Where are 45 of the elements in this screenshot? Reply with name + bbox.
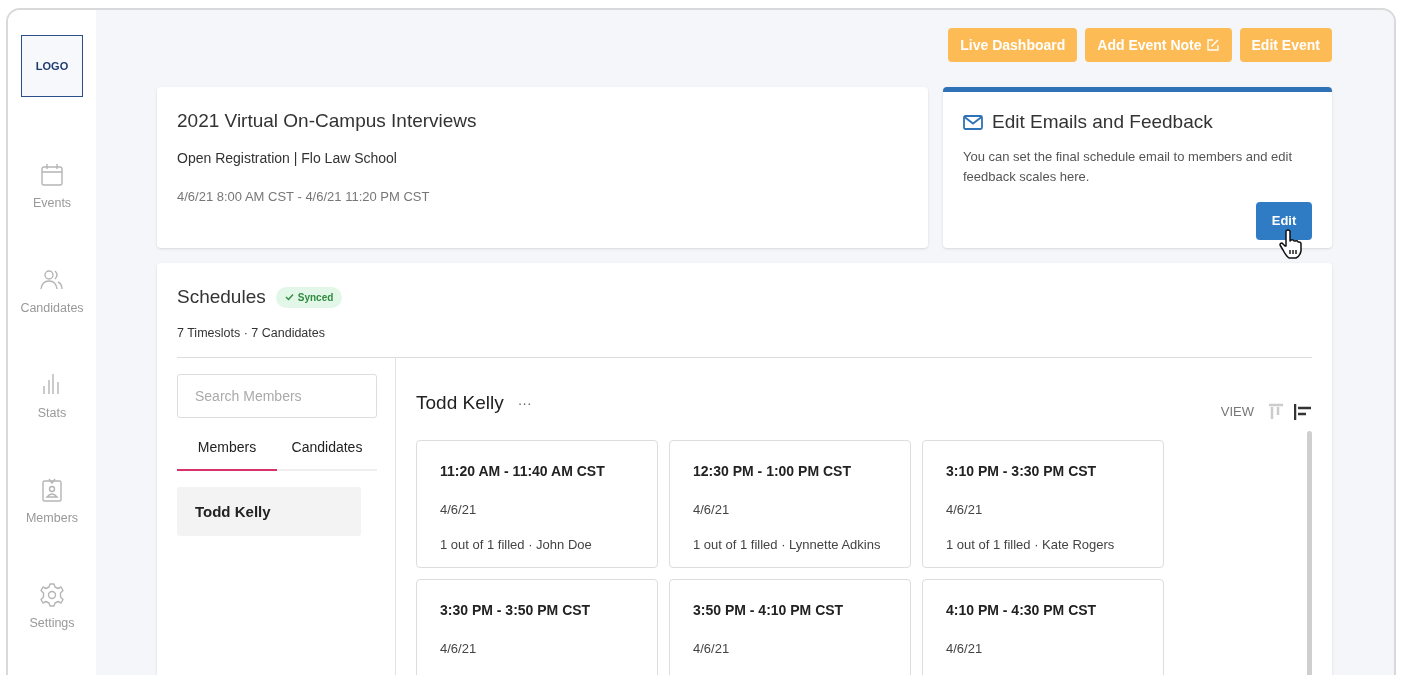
logo[interactable]: LOGO bbox=[21, 35, 83, 97]
timeslot-card[interactable]: 3:30 PM - 3:50 PM CST 4/6/21 bbox=[416, 579, 658, 675]
member-item[interactable]: Todd Kelly bbox=[177, 487, 361, 537]
tab[interactable]: Members bbox=[177, 437, 277, 472]
timeslot-status: 1 out of 1 filled · Kate Rogers bbox=[946, 537, 1116, 554]
id-badge-icon[interactable] bbox=[39, 477, 65, 503]
view-label: VIEW bbox=[1220, 403, 1254, 422]
timeslot-card[interactable]: 3:50 PM - 4:10 PM CST 4/6/21 bbox=[669, 579, 911, 675]
timeslot-status: 1 out of 1 filled · John Doe bbox=[440, 537, 593, 554]
timeslot-card[interactable]: 11:20 AM - 11:40 AM CST 4/6/21 1 out of 1 filled · John Doe bbox=[416, 439, 658, 569]
timeslot-date: 4/6/21 bbox=[946, 500, 984, 519]
timeslot-date: 4/6/21 bbox=[440, 640, 478, 659]
timeslot-status: 1 out of 1 filled · Lynnette Adkins bbox=[693, 537, 882, 554]
schedules-title: Schedules bbox=[177, 285, 266, 309]
emails-description: You can set the final schedule email to members and edit feedback scales here. bbox=[963, 147, 1294, 186]
row-view-icon[interactable] bbox=[1294, 403, 1312, 421]
timeslot-time: 3:30 PM - 3:50 PM CST bbox=[440, 601, 592, 621]
timeslot-card[interactable]: 4:10 PM - 4:30 PM CST 4/6/21 bbox=[922, 579, 1164, 675]
edit-icon bbox=[1205, 38, 1220, 52]
timeslot-card[interactable]: 3:10 PM - 3:30 PM CST 4/6/21 1 out of 1 filled · Kate Rogers bbox=[922, 439, 1164, 569]
synced-badge: Synced bbox=[275, 286, 343, 308]
timeslot-time: 3:50 PM - 4:10 PM CST bbox=[693, 601, 845, 621]
timeslot-date: 4/6/21 bbox=[440, 500, 478, 519]
timeslot-time: 3:10 PM - 3:30 PM CST bbox=[946, 461, 1098, 481]
settings-icon[interactable] bbox=[39, 582, 65, 608]
search-field[interactable]: Search Members bbox=[177, 374, 377, 419]
timeslot-date: 4/6/21 bbox=[693, 500, 731, 519]
timeslot-date: 4/6/21 bbox=[946, 640, 984, 659]
calendar-icon[interactable] bbox=[39, 162, 65, 188]
event-dates: 4/6/21 8:00 AM CST - 4/6/21 11:20 PM CST bbox=[177, 187, 431, 206]
timeslot-date: 4/6/21 bbox=[693, 640, 731, 659]
timeslot-card[interactable]: 12:30 PM - 1:00 PM CST 4/6/21 1 out of 1 filled · Lynnette Adkins bbox=[669, 439, 911, 569]
more-button[interactable]: ··· bbox=[517, 392, 532, 414]
tab[interactable]: Candidates bbox=[277, 437, 377, 472]
emails-title: Edit Emails and Feedback bbox=[992, 110, 1213, 134]
scrollbar[interactable] bbox=[1307, 431, 1312, 675]
event-title: 2021 Virtual On-Campus Interviews bbox=[177, 109, 478, 133]
schedules-summary: 7 Timeslots · 7 Candidates bbox=[177, 324, 326, 342]
timeslot-time: 4:10 PM - 4:30 PM CST bbox=[946, 601, 1098, 621]
column-view-icon[interactable] bbox=[1268, 403, 1286, 421]
member-name-heading: Todd Kelly bbox=[416, 390, 504, 415]
event-subtitle: Open Registration | Flo Law School bbox=[177, 148, 398, 168]
timeslot-time: 11:20 AM - 11:40 AM CST bbox=[440, 461, 606, 481]
mail-icon bbox=[963, 114, 983, 130]
timeslot-time: 12:30 PM - 1:00 PM CST bbox=[693, 461, 852, 481]
